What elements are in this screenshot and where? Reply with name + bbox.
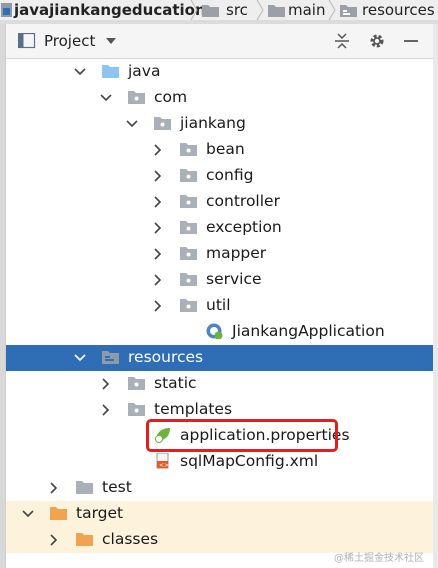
tree-row-controller[interactable]: controller — [6, 189, 434, 215]
chevron-down-icon[interactable] — [22, 508, 34, 520]
tree-item-label: jiankang — [180, 114, 246, 132]
folder-orange-icon — [76, 533, 93, 546]
tree-item-label: config — [206, 166, 254, 184]
chevron-right-icon[interactable] — [48, 482, 60, 494]
project-panel-header: Project — [6, 24, 434, 59]
breadcrumb-src[interactable]: src — [200, 0, 256, 20]
collapse-all-icon[interactable] — [333, 32, 351, 50]
tree-row-exception[interactable]: exception — [6, 215, 434, 241]
xml-icon: <> — [156, 453, 169, 469]
tree-item-label: sqlMapConfig.xml — [180, 452, 319, 470]
chevron-down-icon[interactable] — [100, 92, 112, 104]
chevron-right-icon[interactable] — [152, 300, 164, 312]
folder-orange-icon — [50, 507, 67, 520]
watermark: @稀土掘金技术社区 — [334, 553, 424, 564]
spring-class-icon — [206, 323, 223, 339]
resources-folder-icon — [340, 5, 357, 17]
tree-row-bean[interactable]: bean — [6, 137, 434, 163]
tree-row-java[interactable]: java — [6, 59, 434, 85]
breadcrumb-resources[interactable]: resources — [338, 0, 438, 20]
chevron-right-icon[interactable] — [152, 222, 164, 234]
tree-row-target[interactable]: target — [6, 501, 434, 527]
tree-row-resources[interactable]: resources — [6, 345, 434, 371]
tree-item-label: resources — [128, 348, 204, 366]
chevron-down-icon[interactable] — [74, 66, 86, 78]
folder-icon — [268, 5, 285, 17]
tree-row-service[interactable]: service — [6, 267, 434, 293]
tree-row-config[interactable]: config — [6, 163, 434, 189]
folder-blue-icon — [102, 65, 119, 78]
tree-item-label: controller — [206, 192, 280, 210]
tree-row-test[interactable]: test — [6, 475, 434, 501]
chevron-down-icon[interactable] — [74, 352, 86, 364]
tree-row-static[interactable]: static — [6, 371, 434, 397]
project-view-title[interactable]: Project — [44, 32, 95, 50]
package-icon — [180, 273, 197, 286]
package-icon — [180, 169, 197, 182]
project-tree: java com jiankang bean config controller excep… — [6, 59, 434, 568]
chevron-down-icon[interactable] — [106, 38, 116, 46]
package-icon — [180, 221, 197, 234]
tree-row-sqlmapconfig-xml[interactable]: <> sqlMapConfig.xml — [6, 449, 434, 475]
chevron-right-icon[interactable] — [48, 534, 60, 546]
package-icon — [180, 143, 197, 156]
chevron-right-icon[interactable] — [152, 248, 164, 260]
project-view-icon — [18, 33, 36, 49]
breadcrumb-separator — [256, 0, 264, 20]
tree-row-com[interactable]: com — [6, 85, 434, 111]
tree-row-jiankang[interactable]: jiankang — [6, 111, 434, 137]
chevron-right-icon[interactable] — [100, 404, 112, 416]
tree-item-label: util — [206, 296, 231, 314]
package-icon — [154, 117, 171, 130]
tree-item-label: java — [128, 62, 161, 80]
project-panel: Project java com jiankang bean config control… — [5, 24, 434, 568]
tree-item-label: service — [206, 270, 262, 288]
breadcrumb: javajiankangeducation src main resources — [0, 0, 438, 20]
tree-row-mapper[interactable]: mapper — [6, 241, 434, 267]
chevron-down-icon[interactable] — [126, 118, 138, 130]
breadcrumb-main[interactable]: main — [266, 0, 328, 20]
folder-gray-icon — [76, 481, 93, 494]
folder-icon — [202, 5, 219, 17]
breadcrumb-separator — [190, 0, 198, 20]
tree-item-label: com — [154, 88, 188, 106]
breadcrumb-separator — [328, 0, 336, 20]
chevron-right-icon[interactable] — [100, 378, 112, 390]
tree-item-label: test — [102, 478, 132, 496]
svg-text:<>: <> — [159, 462, 169, 469]
package-icon — [180, 195, 197, 208]
breadcrumb-project-label: javajiankangeducation — [14, 1, 206, 19]
tree-row-jiankangapplication[interactable]: JiankangApplication — [6, 319, 434, 345]
chevron-right-icon[interactable] — [152, 170, 164, 182]
chevron-right-icon[interactable] — [152, 274, 164, 286]
package-icon — [180, 247, 197, 260]
highlight-box — [146, 419, 338, 452]
tree-row-util[interactable]: util — [6, 293, 434, 319]
gear-icon[interactable] — [368, 32, 386, 50]
package-icon — [128, 403, 145, 416]
tree-item-label: bean — [206, 140, 245, 158]
tree-item-label: templates — [154, 400, 233, 418]
breadcrumb-src-label: src — [226, 1, 248, 19]
module-folder-icon — [1, 3, 12, 17]
tree-item-label: JiankangApplication — [232, 322, 385, 340]
package-icon — [180, 299, 197, 312]
chevron-right-icon[interactable] — [152, 144, 164, 156]
tree-item-label: static — [154, 374, 197, 392]
chevron-right-icon[interactable] — [152, 196, 164, 208]
folder-resources-icon — [102, 351, 119, 364]
package-icon — [128, 377, 145, 390]
breadcrumb-project[interactable]: javajiankangeducation — [0, 0, 206, 20]
tree-item-label: exception — [206, 218, 282, 236]
right-tool-strip — [433, 24, 438, 568]
minimize-icon[interactable] — [402, 32, 420, 50]
tree-item-label: mapper — [206, 244, 267, 262]
breadcrumb-main-label: main — [288, 1, 326, 19]
breadcrumb-resources-label: resources — [362, 1, 435, 19]
tree-item-label: classes — [102, 530, 159, 548]
tree-item-label: target — [76, 504, 124, 522]
package-icon — [128, 91, 145, 104]
